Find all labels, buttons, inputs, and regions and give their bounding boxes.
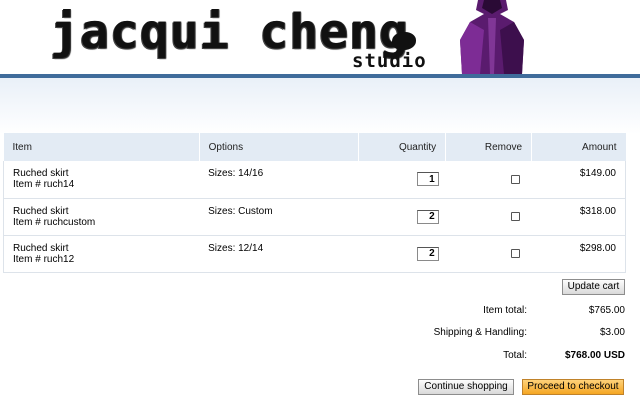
site-banner: jacqui cheng studio: [0, 0, 640, 74]
item-name: Ruched skirt: [13, 205, 69, 217]
item-options: Sizes: 12/14: [199, 235, 359, 273]
item-amount: $318.00: [531, 198, 626, 236]
remove-cell: [445, 235, 532, 273]
item-cell: Ruched skirt Item # ruch14: [3, 161, 200, 199]
total-label: Total:: [503, 350, 527, 361]
item-number: Item # ruch14: [13, 179, 75, 190]
item-total-value: $765.00: [588, 305, 625, 316]
column-header-options: Options: [199, 133, 360, 161]
column-header-remove: Remove: [445, 133, 533, 161]
quantity-cell: [358, 198, 446, 236]
table-row: Ruched skirt Item # ruchcustom Sizes: Cu…: [3, 198, 626, 236]
proceed-to-checkout-button[interactable]: Proceed to checkout: [522, 379, 624, 395]
quantity-cell: [358, 161, 446, 199]
item-name: Ruched skirt: [13, 242, 69, 254]
column-header-item: Item: [3, 133, 200, 161]
cart-table: Item Options Quantity Remove Amount Ruch…: [3, 133, 626, 273]
item-number: Item # ruch12: [13, 253, 75, 265]
remove-checkbox[interactable]: [510, 211, 520, 221]
item-cell: Ruched skirt Item # ruch12: [3, 235, 200, 273]
column-header-quantity: Quantity: [358, 133, 447, 161]
remove-cell: [445, 198, 532, 236]
quantity-input[interactable]: [416, 172, 439, 187]
update-cart-button[interactable]: Update cart: [562, 279, 625, 295]
item-name: Ruched skirt: [13, 168, 69, 179]
item-cell: Ruched skirt Item # ruchcustom: [3, 198, 200, 236]
shipping-label: Shipping & Handling:: [433, 327, 527, 338]
item-options: Sizes: 14/16: [199, 161, 359, 199]
cart-header-row: Item Options Quantity Remove Amount: [3, 133, 626, 161]
ink-blot-decoration: [392, 32, 416, 50]
mannequin-image: [444, 0, 542, 74]
quantity-cell: [358, 235, 446, 273]
continue-shopping-button[interactable]: Continue shopping: [418, 379, 514, 395]
remove-checkbox[interactable]: [510, 174, 520, 184]
item-options: Sizes: Custom: [199, 198, 359, 236]
item-amount: $298.00: [531, 235, 626, 273]
shipping-value: $3.00: [599, 327, 625, 338]
quantity-input[interactable]: [416, 209, 439, 224]
total-value: $768.00 USD: [564, 350, 625, 361]
remove-cell: [445, 161, 532, 199]
header-gradient: [0, 78, 640, 134]
table-row: Ruched skirt Item # ruch12 Sizes: 12/14 …: [3, 235, 626, 273]
site-logo-subtext: studio: [352, 50, 427, 72]
item-total-label: Item total:: [483, 305, 527, 316]
column-header-amount: Amount: [531, 133, 626, 161]
item-number: Item # ruchcustom: [13, 216, 96, 228]
quantity-input[interactable]: [416, 246, 439, 261]
remove-checkbox[interactable]: [510, 248, 520, 258]
table-row: Ruched skirt Item # ruch14 Sizes: 14/16 …: [3, 161, 626, 199]
item-amount: $149.00: [531, 161, 626, 199]
